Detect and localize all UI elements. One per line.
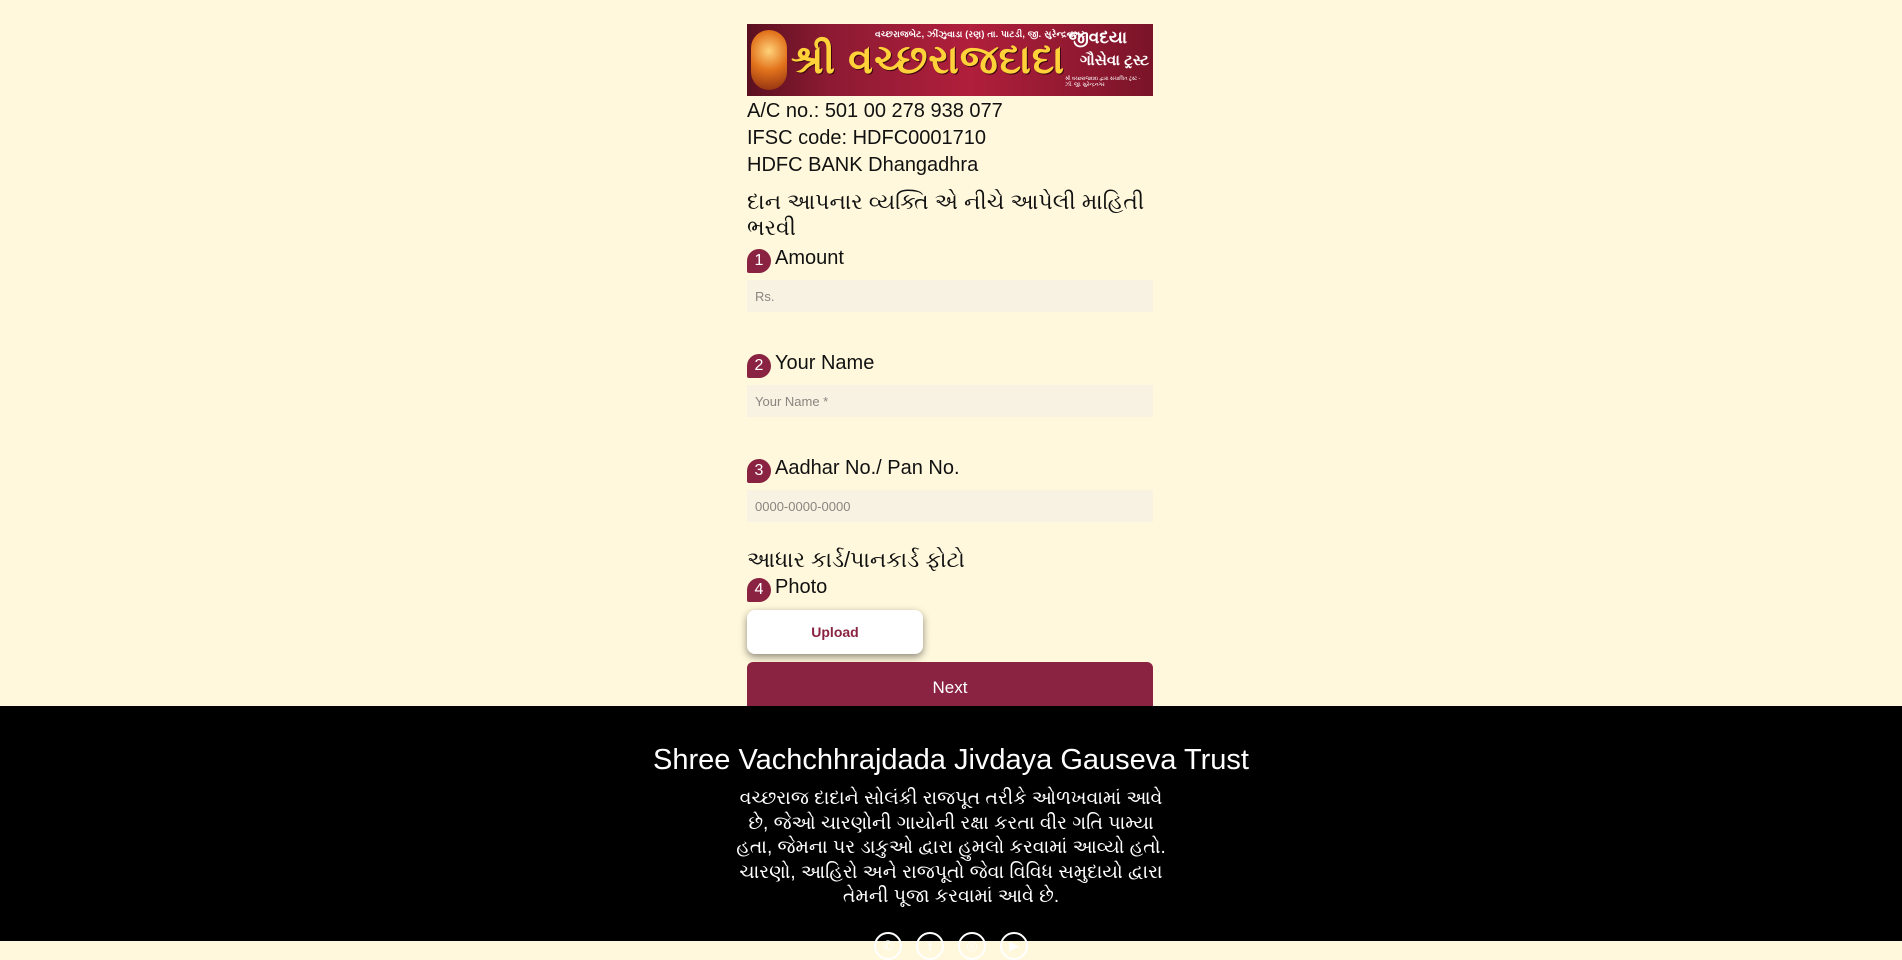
account-number: A/C no.: 501 00 278 938 077 [747,100,1003,122]
name-input[interactable] [747,385,1153,417]
form-instruction: દાન આપનાર વ્યક્તિ એ નીચે આપેલી માહિતી ભર… [747,189,1145,240]
banner-small-text: શ્રી વચ્છરાજદાદા દ્વારા સંચાલિત ટ્રસ્ટ -… [1065,76,1141,88]
upload-button[interactable]: Upload [747,610,923,654]
photo-section-title: આધાર કાર્ડ/પાનકાર્ડ ફોટો [747,547,965,572]
name-label-text: Your Name [775,351,875,374]
banner-jivdaya: જીવદયા [1068,28,1127,47]
aadhar-input[interactable] [747,490,1153,522]
donation-form: વચ્છરાજબેટ, ઝીંઝુવાડા (રણ) તા. પાટડી, જી… [747,24,1153,714]
bank-name: HDFC BANK Dhangadhra [747,154,979,176]
banner-title: શ્રી વચ્છરાજદાદા [791,38,1066,82]
footer-title: Shree Vachchhrajdada Jivdaya Gauseva Tru… [653,744,1249,776]
amount-input[interactable] [747,280,1153,312]
aadhar-label-text: Aadhar No./ Pan No. [775,456,960,479]
deity-image [751,30,787,90]
ifsc-code: IFSC code: HDFC0001710 [747,127,987,149]
photo-label: 4 Photo [747,575,1153,602]
youtube-icon[interactable]: ▶ [1000,932,1028,960]
aadhar-label: 3 Aadhar No./ Pan No. [747,456,1153,483]
step-badge: 3 [747,459,771,483]
step-badge: 4 [747,578,771,602]
amount-label-text: Amount [775,246,844,269]
trust-banner: વચ્છરાજબેટ, ઝીંઝુવાડા (રણ) તા. પાટડી, જી… [747,24,1153,96]
step-badge: 2 [747,354,771,378]
facebook-icon[interactable]: f [916,932,944,960]
name-label: 2 Your Name [747,351,1153,378]
amount-label: 1 Amount [747,246,1153,273]
instagram-icon[interactable]: ◎ [958,932,986,960]
banner-gauseva: ગૌસેવા ટ્રસ્ટ [1079,52,1149,69]
photo-label-text: Photo [775,575,828,598]
whatsapp-icon[interactable]: ✆ [874,932,902,960]
social-links: ✆ f ◎ ▶ [0,932,1902,960]
footer: Shree Vachchhrajdada Jivdaya Gauseva Tru… [0,706,1902,960]
step-badge: 1 [747,249,771,273]
footer-description: વચ્છરાજ દાદાને સોલંકી રાજપૂત તરીકે ઓળખવા… [736,788,1166,907]
